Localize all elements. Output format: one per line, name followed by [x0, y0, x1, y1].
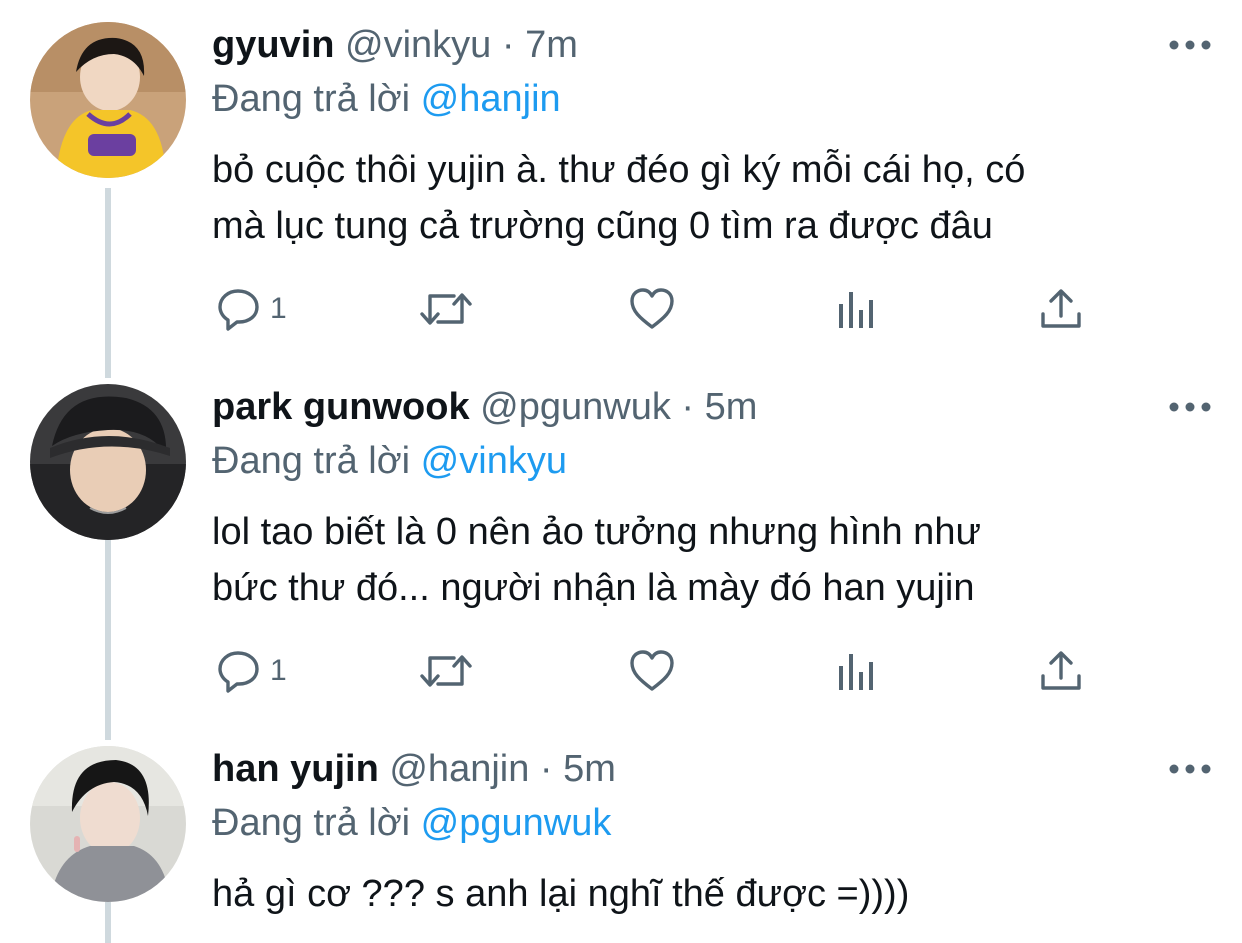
like-button[interactable] — [628, 646, 676, 696]
timestamp[interactable]: 5m — [563, 748, 616, 790]
separator-dot: · — [539, 748, 553, 790]
separator-dot: · — [681, 386, 695, 428]
retweet-icon — [420, 655, 472, 687]
share-icon — [1041, 651, 1081, 690]
more-options-button[interactable] — [1168, 384, 1212, 430]
more-dots-icon — [1169, 764, 1211, 774]
mention-link[interactable]: @vinkyu — [421, 440, 567, 482]
tweet-text-line: bỏ cuộc thôi yujin à. thư đéo gì ký mỗi … — [212, 149, 1026, 191]
tweet-text-line: mà lục tung cả trường cũng 0 tìm ra được… — [212, 205, 993, 247]
user-handle[interactable]: @pgunwuk — [480, 386, 671, 428]
reply-count: 1 — [270, 654, 287, 687]
tweet-header: park gunwook @pgunwuk · 5m — [212, 384, 757, 430]
share-button[interactable] — [1038, 646, 1084, 696]
user-handle[interactable]: @vinkyu — [345, 24, 491, 66]
retweet-icon — [420, 293, 472, 325]
analytics-icon — [839, 292, 873, 328]
heart-icon — [630, 650, 674, 691]
reply-button[interactable]: 1 — [216, 646, 287, 696]
replying-to: Đang trả lời @hanjin — [212, 76, 561, 122]
avatar[interactable] — [30, 746, 186, 902]
display-name[interactable]: park gunwook — [212, 386, 470, 428]
tweet-text-line: lol tao biết là 0 nên ảo tưởng nhưng hìn… — [212, 511, 981, 553]
tweet[interactable]: gyuvin @vinkyu · 7m Đang trả lời @hanjin… — [0, 22, 1242, 362]
replying-to: Đang trả lời @pgunwuk — [212, 800, 611, 846]
like-button[interactable] — [628, 284, 676, 334]
replying-to-label: Đang trả lời — [212, 440, 411, 482]
tweet[interactable]: han yujin @hanjin · 5m Đang trả lời @pgu… — [0, 746, 1242, 943]
avatar-photo-icon — [30, 384, 186, 540]
avatar-photo-icon — [30, 22, 186, 178]
reply-icon — [218, 651, 259, 693]
user-handle[interactable]: @hanjin — [389, 748, 529, 790]
tweet-text: bỏ cuộc thôi yujin à. thư đéo gì ký mỗi … — [212, 142, 1212, 254]
reply-count: 1 — [270, 292, 287, 325]
retweet-button[interactable] — [418, 646, 474, 696]
share-button[interactable] — [1038, 284, 1084, 334]
tweet-text-line: hả gì cơ ??? s anh lại nghĩ thế được =))… — [212, 873, 910, 915]
avatar[interactable] — [30, 384, 186, 540]
more-dots-icon — [1169, 402, 1211, 412]
tweet-text: lol tao biết là 0 nên ảo tưởng nhưng hìn… — [212, 504, 1212, 616]
tweet-header: han yujin @hanjin · 5m — [212, 746, 616, 792]
heart-icon — [630, 288, 674, 329]
display-name[interactable]: gyuvin — [212, 24, 334, 66]
replying-to-label: Đang trả lời — [212, 802, 411, 844]
avatar[interactable] — [30, 22, 186, 178]
retweet-button[interactable] — [418, 284, 474, 334]
analytics-icon — [839, 654, 873, 690]
tweet-text: hả gì cơ ??? s anh lại nghĩ thế được =))… — [212, 866, 1212, 922]
mention-link[interactable]: @hanjin — [421, 78, 561, 120]
action-bar: 1 — [212, 646, 1112, 696]
share-icon — [1041, 289, 1081, 328]
timestamp[interactable]: 5m — [705, 386, 758, 428]
mention-link[interactable]: @pgunwuk — [421, 802, 612, 844]
analytics-button[interactable] — [834, 284, 878, 334]
avatar-photo-icon — [30, 746, 186, 902]
more-dots-icon — [1169, 40, 1211, 50]
reply-button[interactable]: 1 — [216, 284, 287, 334]
action-bar: 1 — [212, 284, 1112, 334]
more-options-button[interactable] — [1168, 22, 1212, 68]
display-name[interactable]: han yujin — [212, 748, 379, 790]
replying-to-label: Đang trả lời — [212, 78, 411, 120]
tweet-text-line: bức thư đó... người nhận là mày đó han y… — [212, 567, 975, 609]
more-options-button[interactable] — [1168, 746, 1212, 792]
tweet-header: gyuvin @vinkyu · 7m — [212, 22, 578, 68]
analytics-button[interactable] — [834, 646, 878, 696]
reply-icon — [218, 289, 259, 331]
tweet[interactable]: park gunwook @pgunwuk · 5m Đang trả lời … — [0, 384, 1242, 724]
replying-to: Đang trả lời @vinkyu — [212, 438, 567, 484]
timestamp[interactable]: 7m — [525, 24, 578, 66]
separator-dot: · — [501, 24, 515, 66]
